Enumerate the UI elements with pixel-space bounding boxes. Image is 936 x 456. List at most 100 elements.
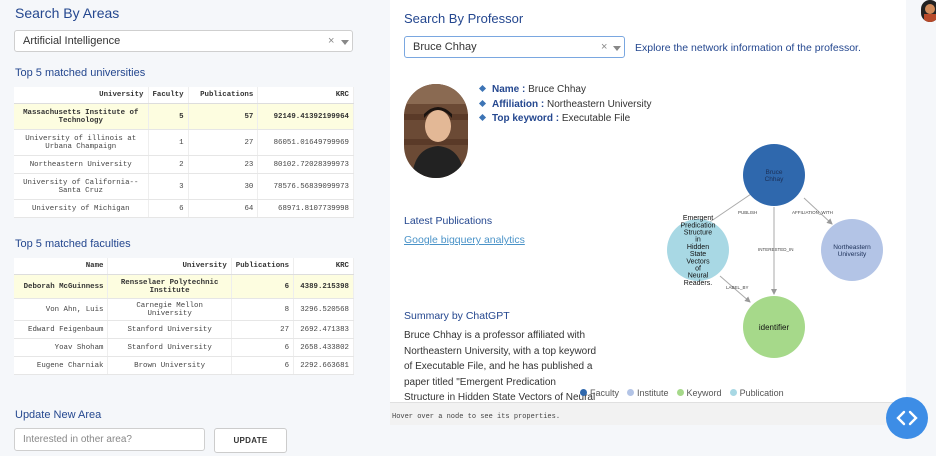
legend-item: Publication [729, 388, 784, 398]
cell-publications: 27 [188, 129, 259, 156]
area-select-value: Artificial Intelligence [23, 35, 121, 47]
table-row[interactable]: Deborah McGuinness Rensselaer Polytechnic… [14, 274, 354, 299]
area-select[interactable]: Artificial Intelligence × [14, 30, 353, 52]
professor-avatar [404, 84, 468, 178]
update-button[interactable]: UPDATE [214, 428, 287, 453]
clear-icon[interactable]: × [328, 35, 334, 47]
node-keyword-label: identifier [759, 323, 790, 332]
cell-faculty: 1 [148, 129, 189, 156]
table-row[interactable]: Northeastern University 2 23 80102.72028399… [14, 155, 354, 174]
legend-label: Publication [739, 388, 784, 398]
node-label-line: Northeastern [833, 244, 871, 251]
table-row[interactable]: University of California--Santa Cruz 3 30 7… [14, 173, 354, 200]
cell-university: Massachusetts Institute of Technology [14, 103, 149, 130]
node-label-line: Vectors [686, 258, 710, 265]
cell-krc: 2692.471383 [293, 320, 354, 339]
column-header[interactable]: University [107, 258, 232, 275]
table-row[interactable]: University of Michigan 6 64 68971.810773999… [14, 199, 354, 218]
universities-table: University Faculty Publications KRC Massach… [14, 87, 354, 218]
cell-university: Carnegie Mellon University [107, 298, 232, 321]
legend-dot-icon [627, 389, 635, 396]
column-header[interactable]: Publications [188, 87, 259, 104]
publication-link[interactable]: Google bigquery analytics [404, 234, 525, 246]
legend-dot-icon [580, 389, 587, 396]
node-institute-label: NortheasternUniversity [833, 244, 871, 258]
node-label-line: Emergent [683, 215, 713, 222]
professor-select-value: Bruce Chhay [413, 41, 477, 53]
table-row[interactable]: Eugene Charniak Brown University 6 2292.663… [14, 356, 354, 375]
node-label-line: Readers. [684, 280, 712, 287]
node-label-line: Chhay [765, 176, 785, 183]
new-area-input[interactable]: Interested in other area? [14, 428, 205, 451]
table-row[interactable]: Yoav Shoham Stanford University 6 2658.4338… [14, 338, 354, 357]
node-label-line: University [838, 251, 867, 258]
column-header[interactable]: KRC [257, 87, 354, 104]
clear-icon[interactable]: × [601, 41, 607, 53]
chevron-down-icon[interactable] [613, 46, 621, 51]
table-row[interactable]: Edward Feigenbaum Stanford University 27 26… [14, 320, 354, 339]
explore-hint: Explore the network information of the p… [635, 42, 861, 54]
cell-university: Northeastern University [14, 155, 149, 174]
cell-krc: 68971.8107739998 [257, 199, 354, 218]
table-row[interactable]: Von Ahn, Luis Carnegie Mellon University 8… [14, 298, 354, 321]
legend-dot-icon [729, 389, 737, 396]
column-header[interactable]: Publications [231, 258, 295, 275]
cell-faculty: 5 [148, 103, 189, 130]
cell-university: Stanford University [107, 338, 232, 357]
table-row[interactable]: Massachusetts Institute of Technology 5 57… [14, 103, 354, 130]
node-label-line: Structure [684, 229, 713, 236]
cell-publications: 6 [231, 338, 295, 357]
cell-name: Deborah McGuinness [14, 274, 109, 299]
diamond-icon [478, 99, 487, 107]
legend-label: Institute [637, 388, 669, 398]
node-label-line: Neural [688, 273, 709, 280]
cell-publications: 6 [231, 356, 295, 375]
cell-faculty: 6 [148, 199, 189, 218]
cell-publications: 27 [231, 320, 295, 339]
cell-university: Stanford University [107, 320, 232, 339]
graph-legend: Faculty Institute Keyword Publication [580, 388, 784, 398]
hover-hint: Hover over a node to see its properties. [392, 413, 561, 421]
cell-faculty: 2 [148, 155, 189, 174]
chevron-down-icon[interactable] [341, 40, 349, 45]
cell-krc: 86051.01649799969 [257, 129, 354, 156]
search-professor-title: Search By Professor [404, 11, 524, 26]
cell-krc: 80102.72028399973 [257, 155, 354, 174]
cell-university: University of illinois at Urbana Champai… [14, 129, 149, 156]
code-chevrons-icon [896, 410, 918, 426]
cell-publications: 30 [188, 173, 259, 200]
summary-line: Northeastern University, with a top keyw… [404, 345, 597, 357]
column-header[interactable]: University [14, 87, 149, 104]
summary-title: Summary by ChatGPT [404, 310, 510, 322]
cell-name: Eugene Charniak [14, 356, 109, 375]
node-label-line: State [690, 251, 706, 258]
user-avatar-icon[interactable] [921, 0, 936, 22]
network-graph[interactable]: PUBLISH AFFILIATION_WITH INTERESTED_IN L… [640, 130, 906, 402]
professor-select[interactable]: Bruce Chhay × [404, 36, 625, 58]
node-label-line: in [695, 237, 701, 244]
node-professor-label: BruceChhay [765, 169, 785, 183]
edge-label-affiliation: AFFILIATION_WITH [792, 210, 833, 215]
edge-label-interested: INTERESTED_IN [758, 247, 794, 252]
legend-item: Institute [627, 388, 669, 398]
column-header[interactable]: Name [14, 258, 109, 275]
cell-krc: 2658.433802 [293, 338, 354, 357]
code-toggle-button[interactable] [886, 397, 928, 439]
column-header[interactable]: KRC [293, 258, 354, 275]
cell-krc: 4389.215398 [293, 274, 354, 299]
cell-krc: 3296.520568 [293, 298, 354, 321]
node-label-line: Predication [680, 222, 715, 229]
latest-publications-title: Latest Publications [404, 215, 493, 227]
edge-label-labelby: LABEL_BY [726, 285, 749, 290]
cell-krc: 2292.663681 [293, 356, 354, 375]
cell-krc: 92149.41392199964 [257, 103, 354, 130]
faculties-title: Top 5 matched faculties [15, 238, 131, 250]
info-keyword: Top keyword : Executable File [478, 112, 651, 127]
column-header[interactable]: Faculty [148, 87, 189, 104]
node-label-line: of [695, 265, 701, 272]
info-name: Name : Bruce Chhay [478, 83, 651, 98]
cell-publications: 23 [188, 155, 259, 174]
legend-dot-icon [676, 389, 684, 396]
table-row[interactable]: University of illinois at Urbana Champai… [14, 129, 354, 156]
cell-publications: 57 [188, 103, 259, 130]
